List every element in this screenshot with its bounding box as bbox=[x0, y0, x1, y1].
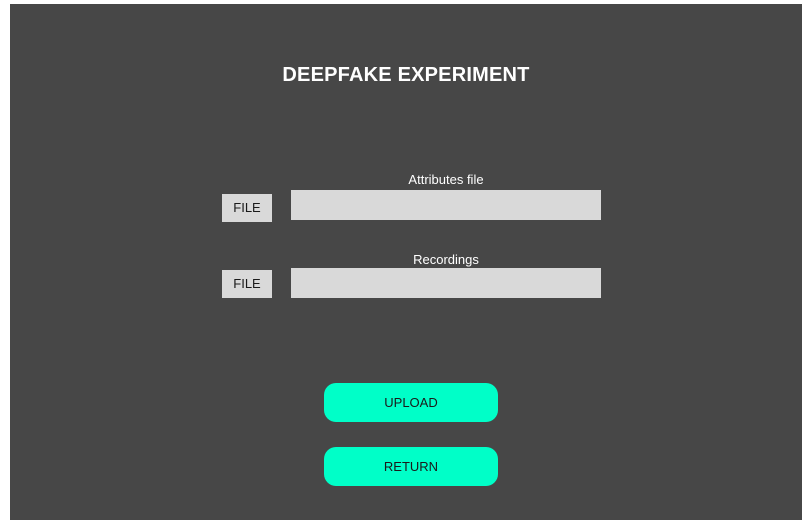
attributes-file-field[interactable] bbox=[291, 190, 601, 220]
recordings-file-field[interactable] bbox=[291, 268, 601, 298]
upload-button[interactable]: UPLOAD bbox=[324, 383, 498, 422]
return-button[interactable]: RETURN bbox=[324, 447, 498, 486]
page-title: DEEPFAKE EXPERIMENT bbox=[282, 64, 530, 86]
recordings-file-button[interactable]: FILE bbox=[222, 270, 272, 298]
app-window: DEEPFAKE EXPERIMENT Attributes file FILE… bbox=[10, 4, 802, 520]
recordings-label: Recordings bbox=[413, 252, 479, 267]
attributes-file-button[interactable]: FILE bbox=[222, 194, 272, 222]
attributes-file-label: Attributes file bbox=[408, 172, 484, 187]
